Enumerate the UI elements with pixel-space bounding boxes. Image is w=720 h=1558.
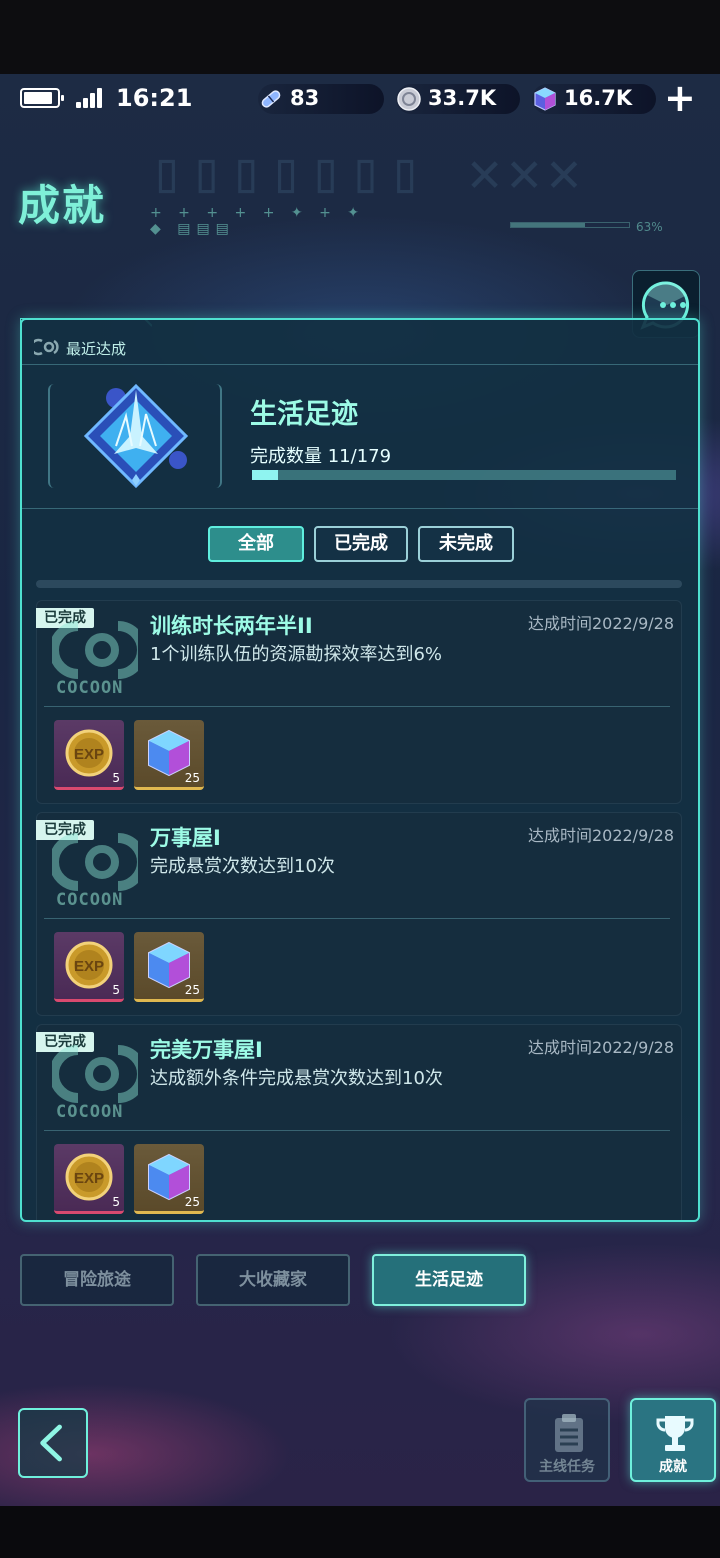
achievements-button[interactable]: 成就 [630, 1398, 716, 1482]
card-divider [44, 706, 670, 707]
achievement-date: 达成时间2022/9/28 [527, 826, 674, 845]
battery-icon [20, 88, 64, 108]
trophy-icon [656, 1416, 694, 1451]
svg-text:EXP: EXP [74, 958, 104, 975]
exp-coin-icon: EXP [65, 941, 113, 989]
category-progress-bar [252, 470, 676, 480]
exp-coin-icon: EXP [65, 1153, 113, 1201]
stamina-icon [261, 90, 281, 108]
achievements-label: 成就 [659, 1459, 687, 1475]
bottom-letterbox [0, 1506, 720, 1558]
resource-stamina[interactable]: 83 [258, 84, 384, 114]
card-divider [44, 918, 670, 919]
achievement-panel: 最近达成 生活足迹 完成数量 11/179 全部 已完成 未完成 已完成 COC… [20, 318, 700, 1222]
filter-completed[interactable]: 已完成 [314, 526, 408, 562]
main-quest-button[interactable]: 主线任务 [524, 1398, 610, 1482]
svg-text:EXP: EXP [74, 1170, 104, 1187]
recent-category-title: 生活足迹 [250, 399, 358, 430]
reward-qty: 5 [112, 771, 120, 785]
coin-value: 33.7K [428, 86, 497, 110]
achievement-desc: 达成额外条件完成悬赏次数达到10次 [150, 1068, 443, 1089]
panel-divider [22, 508, 698, 509]
reward-qty: 5 [112, 983, 120, 997]
cocoon-logo-text: COCOON [56, 678, 124, 698]
achievement-card[interactable]: 已完成 COCOON 万事屋I 完成悬赏次数达到10次 达成时间2022/9/2… [36, 812, 682, 1016]
achievement-title: 完美万事屋I [150, 1038, 263, 1062]
header-ornament: + + + + + ✦ + ✦ ◆ ▤▤▤ [150, 205, 365, 237]
achievement-date: 达成时间2022/9/28 [527, 614, 674, 633]
reward-qty: 25 [184, 771, 200, 785]
recent-icon [34, 338, 59, 356]
gem-value: 16.7K [564, 86, 633, 110]
resource-gem[interactable]: 16.7K [532, 84, 656, 114]
filter-all[interactable]: 全部 [208, 526, 304, 562]
reward-qty: 25 [184, 1195, 200, 1209]
achievement-title: 万事屋I [150, 826, 221, 850]
top-letterbox [0, 0, 720, 74]
reward-qty: 5 [112, 1195, 120, 1209]
exp-coin-icon: EXP [65, 729, 113, 777]
reward-gem[interactable]: 25 [134, 932, 204, 1002]
chevron-left-icon [40, 1424, 62, 1462]
reward-exp[interactable]: EXP 5 [54, 932, 124, 1002]
achievement-desc: 完成悬赏次数达到10次 [150, 856, 335, 877]
achievement-card[interactable]: 已完成 COCOON 完美万事屋I 达成额外条件完成悬赏次数达到10次 达成时间… [36, 1024, 682, 1220]
life-footprint-badge-icon [83, 383, 189, 489]
gem-cube-icon [534, 87, 556, 111]
reward-gem[interactable]: 25 [134, 720, 204, 790]
signal-icon [76, 88, 102, 108]
status-bar: 16:21 83 33.7K 16.7K + [0, 74, 720, 124]
achievement-title: 训练时长两年半II [150, 614, 313, 638]
overall-progress-bar [510, 222, 630, 228]
main-quest-label: 主线任务 [539, 1459, 595, 1475]
reward-exp[interactable]: EXP 5 [54, 720, 124, 790]
back-button[interactable] [18, 1408, 88, 1478]
stamina-value: 83 [290, 86, 320, 110]
clipboard-icon [555, 1414, 583, 1452]
tab-adventure[interactable]: 冒险旅途 [20, 1254, 174, 1306]
add-currency-button[interactable]: + [664, 78, 696, 118]
page-title: 成就 [18, 181, 107, 230]
card-divider [44, 1130, 670, 1131]
tab-collector[interactable]: 大收藏家 [196, 1254, 350, 1306]
tab-life-footprint[interactable]: 生活足迹 [372, 1254, 526, 1306]
category-progress-fill [252, 470, 279, 480]
resource-coin[interactable]: 33.7K [396, 84, 520, 114]
reward-gem[interactable]: 25 [134, 1144, 204, 1214]
filter-uncompleted[interactable]: 未完成 [418, 526, 514, 562]
panel-divider [22, 364, 698, 365]
reward-exp[interactable]: EXP 5 [54, 1144, 124, 1214]
achievement-card[interactable]: 已完成 COCOON 训练时长两年半II 1个训练队伍的资源勘探效率达到6% 达… [36, 600, 682, 804]
svg-text:EXP: EXP [74, 746, 104, 763]
recent-label: 最近达成 [66, 340, 127, 358]
overall-progress-text: 63% [636, 220, 663, 234]
coin-icon [397, 87, 421, 111]
status-time: 16:21 [116, 84, 193, 112]
cocoon-logo-text: COCOON [56, 1102, 124, 1122]
achievement-desc: 1个训练队伍的资源勘探效率达到6% [150, 644, 443, 665]
cocoon-logo-text: COCOON [56, 890, 124, 910]
achievement-date: 达成时间2022/9/28 [527, 1038, 674, 1057]
cocoon-logo-icon [52, 833, 138, 891]
list-scroll-top [36, 580, 682, 588]
recent-count: 完成数量 11/179 [250, 446, 392, 467]
cocoon-logo-icon [52, 1045, 138, 1103]
cocoon-logo-icon [52, 621, 138, 679]
header-watermark: ▯▯▯▯▯▯▯ ✕✕✕ [150, 140, 587, 205]
reward-qty: 25 [184, 983, 200, 997]
